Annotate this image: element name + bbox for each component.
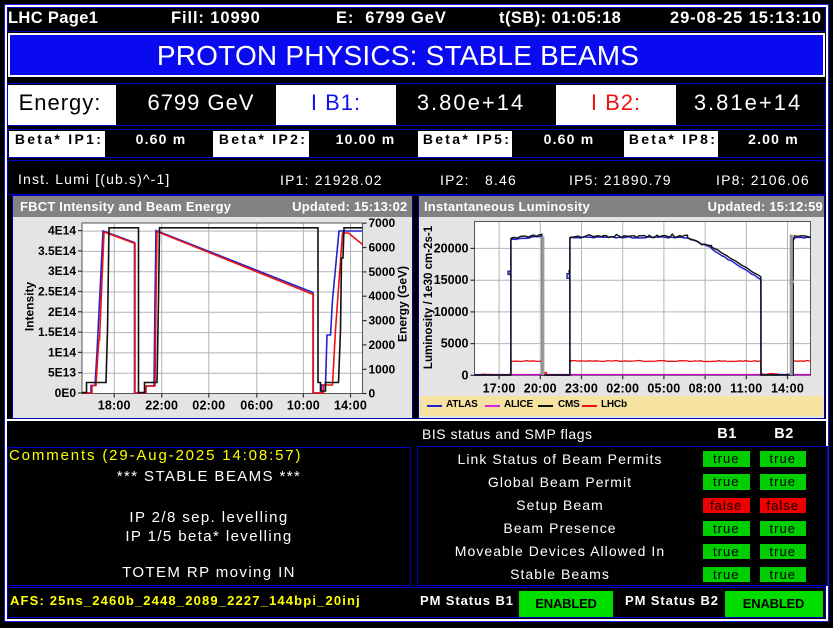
svg-text:3E14: 3E14 [48, 264, 76, 278]
svg-text:6000: 6000 [369, 240, 396, 254]
svg-text:Luminosity / 1e30 cm-2s-1: Luminosity / 1e30 cm-2s-1 [423, 225, 435, 369]
svg-text:11:00: 11:00 [730, 381, 762, 395]
svg-text:10:00: 10:00 [287, 398, 320, 412]
svg-text:2000: 2000 [369, 337, 396, 351]
svg-text:02:00: 02:00 [606, 381, 639, 395]
svg-text:14:00: 14:00 [334, 398, 367, 412]
svg-text:4000: 4000 [369, 289, 396, 303]
svg-text:7000: 7000 [369, 217, 396, 230]
svg-text:2.5E14: 2.5E14 [38, 284, 76, 298]
svg-text:3000: 3000 [369, 313, 396, 327]
svg-text:06:00: 06:00 [240, 398, 273, 412]
svg-text:17:00: 17:00 [483, 381, 516, 395]
svg-text:20:00: 20:00 [524, 381, 557, 395]
svg-text:22:00: 22:00 [145, 398, 178, 412]
svg-text:18:00: 18:00 [98, 398, 131, 412]
svg-text:0E0: 0E0 [55, 386, 77, 400]
svg-text:23:00: 23:00 [565, 381, 598, 395]
svg-text:Intensity: Intensity [23, 281, 37, 331]
svg-text:02:00: 02:00 [192, 398, 225, 412]
svg-text:1.5E14: 1.5E14 [38, 325, 76, 339]
svg-text:10000: 10000 [434, 304, 469, 318]
svg-text:1E14: 1E14 [48, 345, 76, 359]
svg-text:5E13: 5E13 [48, 365, 76, 379]
svg-text:5000: 5000 [369, 264, 396, 278]
svg-text:1000: 1000 [369, 362, 396, 376]
svg-text:Energy (GeV): Energy (GeV) [396, 265, 410, 341]
svg-text:14:00: 14:00 [771, 381, 804, 395]
svg-text:5000: 5000 [441, 336, 469, 350]
svg-text:05:00: 05:00 [647, 381, 680, 395]
svg-text:0: 0 [462, 368, 469, 382]
svg-text:08:00: 08:00 [689, 381, 722, 395]
svg-text:20000: 20000 [434, 241, 469, 255]
svg-text:3.5E14: 3.5E14 [38, 243, 76, 257]
svg-text:2E14: 2E14 [48, 304, 76, 318]
svg-text:15000: 15000 [434, 273, 469, 287]
svg-text:0: 0 [369, 386, 376, 400]
svg-text:4E14: 4E14 [48, 223, 76, 237]
